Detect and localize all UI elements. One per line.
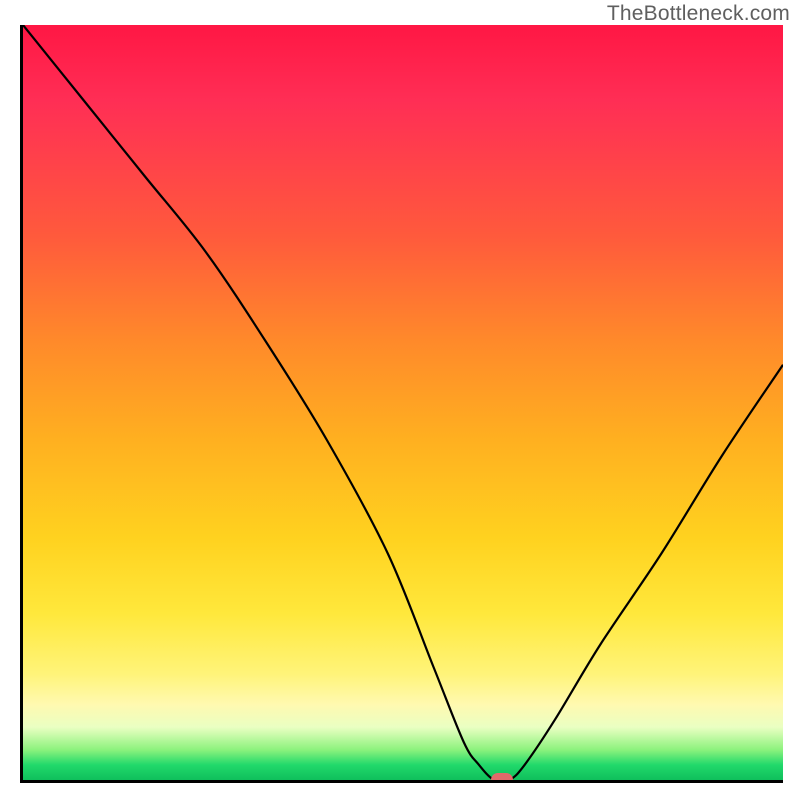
curve-svg xyxy=(23,25,783,780)
bottleneck-curve-path xyxy=(23,25,783,780)
watermark-text: TheBottleneck.com xyxy=(607,2,790,26)
optimal-point-marker xyxy=(491,773,513,783)
bottleneck-chart: TheBottleneck.com xyxy=(0,0,800,800)
plot-area xyxy=(20,25,783,783)
